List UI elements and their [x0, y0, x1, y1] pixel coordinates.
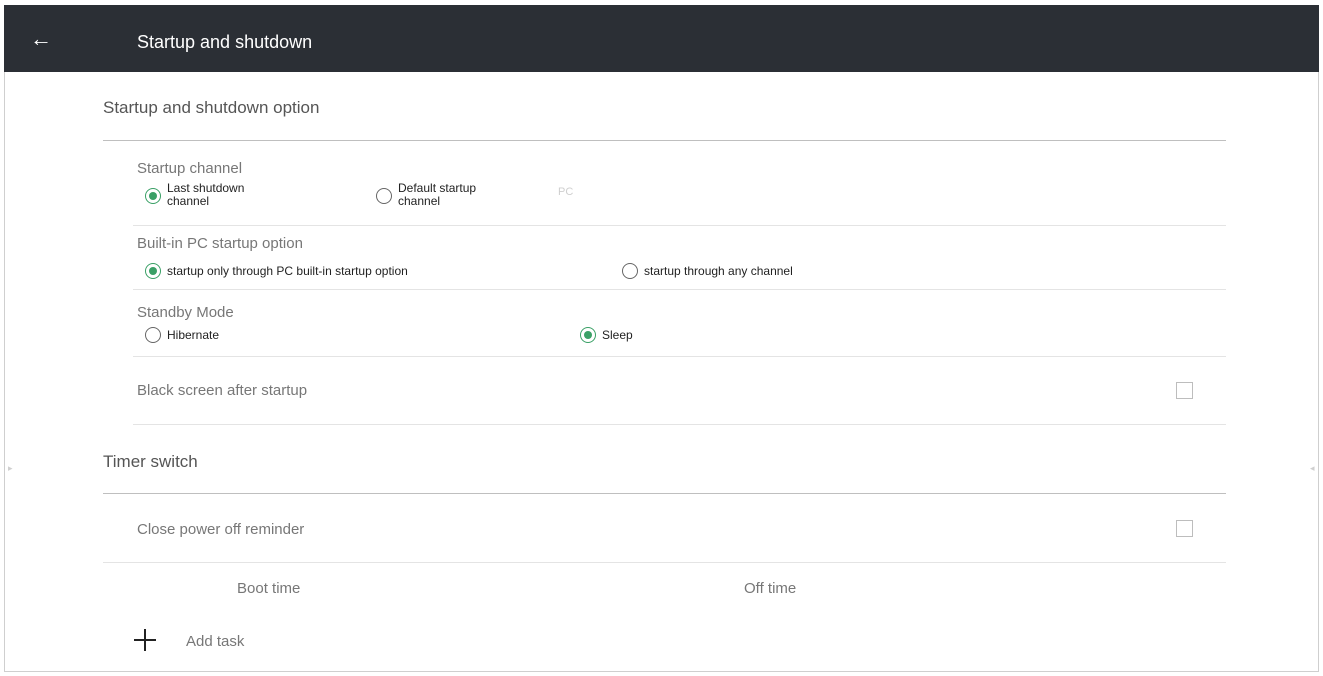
- plus-icon[interactable]: [133, 628, 157, 652]
- section-title-startup: Startup and shutdown option: [103, 98, 320, 117]
- row-divider: [133, 225, 1226, 226]
- black-screen-label: Black screen after startup: [137, 382, 308, 399]
- radio-last-shutdown-channel[interactable]: Last shutdown channel: [145, 182, 244, 208]
- radio-unselected-icon: [376, 188, 392, 204]
- row-divider: [133, 356, 1226, 357]
- radio-hibernate[interactable]: Hibernate: [145, 327, 219, 343]
- back-arrow-icon[interactable]: ←: [30, 27, 54, 51]
- builtin-pc-label: Built-in PC startup option: [137, 235, 303, 252]
- black-screen-checkbox[interactable]: [1176, 382, 1193, 399]
- radio-startup-pc-only[interactable]: startup only through PC built-in startup…: [145, 263, 408, 279]
- radio-sleep[interactable]: Sleep: [580, 327, 633, 343]
- power-off-reminder-checkbox[interactable]: [1176, 520, 1193, 537]
- page-title: Startup and shutdown: [137, 32, 313, 52]
- standby-mode-label: Standby Mode: [137, 304, 234, 321]
- top-bar: ← Startup and shutdown: [4, 5, 1319, 72]
- radio-unselected-icon: [145, 327, 161, 343]
- power-off-reminder-label: Close power off reminder: [137, 521, 305, 538]
- section-title-timer-switch: Timer switch: [103, 452, 198, 471]
- radio-label: Last shutdown channel: [167, 181, 245, 208]
- radio-default-startup-channel[interactable]: Default startup channel: [376, 182, 476, 208]
- radio-selected-icon: [145, 188, 161, 204]
- radio-selected-icon: [145, 263, 161, 279]
- row-divider: [103, 562, 1226, 563]
- radio-unselected-icon: [622, 263, 638, 279]
- radio-label: Hibernate: [167, 328, 220, 342]
- row-divider: [133, 289, 1226, 290]
- radio-label: startup only through PC built-in startup…: [167, 264, 408, 278]
- startup-channel-value[interactable]: PC: [558, 186, 573, 198]
- column-header-boot-time: Boot time: [237, 580, 301, 597]
- radio-label: Default startup channel: [398, 181, 477, 208]
- column-header-off-time: Off time: [744, 580, 797, 597]
- add-task-button[interactable]: Add task: [186, 633, 244, 650]
- scroll-left-icon[interactable]: ▸: [8, 463, 13, 474]
- radio-selected-icon: [580, 327, 596, 343]
- startup-channel-label: Startup channel: [137, 160, 243, 177]
- radio-label: startup through any channel: [644, 264, 793, 278]
- section-divider: [103, 493, 1226, 494]
- scroll-right-icon[interactable]: ◂: [1310, 463, 1315, 474]
- radio-label: Sleep: [602, 328, 633, 342]
- row-divider: [133, 424, 1226, 425]
- radio-startup-any-channel[interactable]: startup through any channel: [622, 263, 793, 279]
- section-divider: [103, 140, 1226, 141]
